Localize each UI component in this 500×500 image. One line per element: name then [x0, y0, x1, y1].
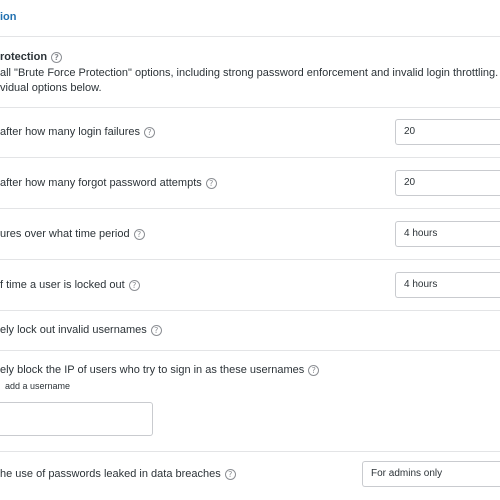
forgot-password-label: after how many forgot password attempts	[0, 177, 202, 189]
lockout-time-label: f time a user is locked out	[0, 279, 125, 291]
protection-title-row: rotection?	[0, 51, 63, 63]
help-icon[interactable]: ?	[133, 229, 145, 240]
help-icon[interactable]: ?	[308, 365, 320, 376]
divider	[0, 107, 500, 108]
help-icon[interactable]: ?	[51, 52, 63, 63]
time-period-label: ures over what time period	[0, 228, 130, 240]
block-ip-label: ely block the IP of users who try to sig…	[0, 364, 305, 376]
help-icon[interactable]: ?	[144, 127, 156, 138]
help-icon[interactable]: ?	[128, 280, 140, 291]
divider	[0, 350, 500, 351]
lockout-time-select[interactable]: 4 hours	[395, 272, 500, 298]
divider	[0, 259, 500, 260]
help-icon[interactable]: ?	[224, 469, 236, 480]
block-ip-hint: add a username	[5, 381, 71, 391]
block-ip-row: ely block the IP of users who try to sig…	[0, 364, 320, 376]
leaked-passwords-row: he use of passwords leaked in data breac…	[0, 468, 236, 480]
login-failures-row: after how many login failures?	[0, 126, 156, 138]
leaked-passwords-select[interactable]: For admins only	[362, 461, 500, 487]
usernames-textarea[interactable]	[0, 402, 153, 436]
divider	[0, 451, 500, 452]
protection-description-line1: all "Brute Force Protection" options, in…	[0, 67, 499, 79]
help-icon[interactable]: ?	[205, 178, 217, 189]
section-header: ion	[0, 0, 500, 37]
protection-title: rotection	[0, 51, 48, 63]
lock-invalid-usernames-label: ely lock out invalid usernames	[0, 324, 147, 336]
login-failures-label: after how many login failures	[0, 126, 141, 138]
section-title: ion	[0, 11, 17, 23]
forgot-password-input[interactable]: 20	[395, 170, 500, 196]
leaked-passwords-label: he use of passwords leaked in data breac…	[0, 468, 221, 480]
login-failures-input[interactable]: 20	[395, 119, 500, 145]
time-period-row: ures over what time period?	[0, 228, 145, 240]
lockout-time-row: f time a user is locked out?	[0, 279, 140, 291]
protection-description-line2: vidual options below.	[0, 82, 102, 94]
forgot-password-row: after how many forgot password attempts?	[0, 177, 217, 189]
divider	[0, 208, 500, 209]
lock-invalid-usernames-row: ely lock out invalid usernames?	[0, 324, 162, 336]
divider	[0, 310, 500, 311]
help-icon[interactable]: ?	[150, 325, 162, 336]
time-period-select[interactable]: 4 hours	[395, 221, 500, 247]
divider	[0, 157, 500, 158]
